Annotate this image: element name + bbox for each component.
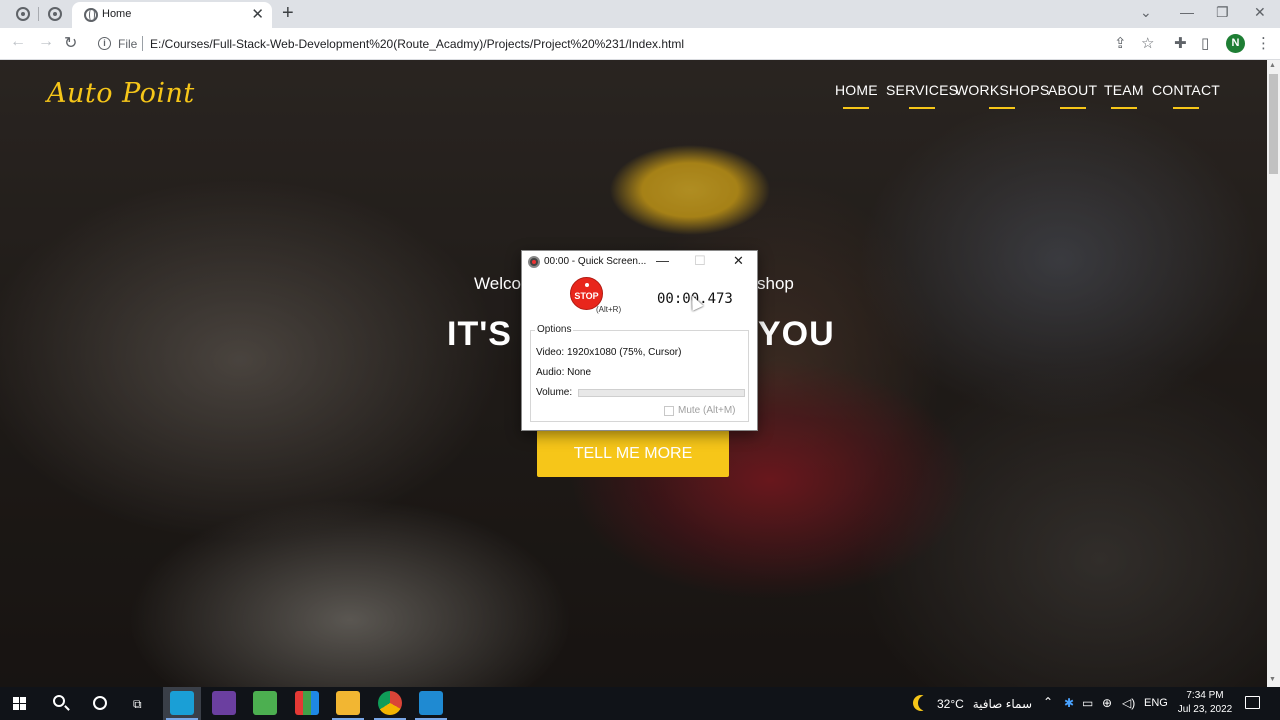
browser-toolbar: ← → ↻ i File E:/Courses/Full-Stack-Web-D… [0,28,1280,60]
nav-workshops[interactable]: WORKSHOPS [955,82,1049,98]
vscode-taskbar-icon[interactable] [419,691,443,715]
visual-studio-taskbar-icon[interactable] [212,691,236,715]
hero-subtitle: Welco [474,274,521,293]
chrome-taskbar-icon[interactable] [378,691,402,715]
background-tab-icon[interactable] [16,7,30,21]
volume-label: Volume: [536,387,573,398]
windows-taskbar: ⧉ 32°C سماء صافية ⌃ ✱ ▭ ⊕ ◁) ENG 7:34 PM… [0,687,1280,720]
recorder-minimize-icon[interactable]: — [656,253,669,268]
background-tab-icon[interactable] [48,7,62,21]
file-explorer-taskbar-icon[interactable] [336,691,360,715]
close-tab-icon[interactable]: ✕ [251,5,264,23]
globe-icon [84,8,98,22]
weather-description[interactable]: سماء صافية [972,697,1032,711]
nav-about[interactable]: ABOUT [1048,82,1097,98]
bookmark-star-icon[interactable]: ☆ [1141,34,1154,52]
battery-icon[interactable]: ▭ [1082,696,1093,710]
recorder-titlebar[interactable]: 00:00 - Quick Screen... — ☐ ✕ [522,251,757,273]
profile-avatar[interactable]: N [1226,34,1245,53]
nav-services[interactable]: SERVICES [886,82,958,98]
restore-icon[interactable]: ❐ [1216,4,1229,21]
windows-start-icon[interactable] [13,697,27,711]
bluetooth-icon[interactable]: ✱ [1064,696,1074,710]
video-setting[interactable]: Video: 1920x1080 (75%, Cursor) [536,347,681,358]
weather-moon-icon[interactable] [918,695,934,711]
brand-logo[interactable]: Auto Point [47,78,195,109]
address-bar[interactable]: E:/Courses/Full-Stack-Web-Development%20… [150,37,684,51]
tab-title: Home [102,8,132,20]
mute-label: Mute (Alt+M) [678,405,736,416]
cortana-icon[interactable] [93,696,107,710]
weather-temperature[interactable]: 32°C [937,697,964,711]
menu-kebab-icon[interactable]: ⋮ [1256,34,1271,52]
recorder-maximize-icon: ☐ [694,253,706,268]
url-divider [142,36,143,51]
scroll-down-icon[interactable]: ▼ [1269,676,1276,683]
search-icon[interactable] [53,695,65,707]
site-info-icon[interactable]: i [98,37,111,50]
scrollbar-thumb[interactable] [1269,74,1278,174]
tell-me-more-button[interactable]: TELL ME MORE [537,430,729,477]
nav-contact[interactable]: CONTACT [1152,82,1220,98]
back-icon[interactable]: ← [10,33,26,51]
extensions-icon[interactable]: ✚ [1174,34,1187,52]
tray-overflow-icon[interactable]: ⌃ [1043,695,1053,709]
scroll-up-icon[interactable]: ▲ [1269,62,1276,69]
recorder-title: 00:00 - Quick Screen... [544,256,647,267]
share-icon[interactable]: ⇪ [1114,34,1127,52]
tab-home[interactable]: Home ✕ [72,2,272,30]
language-indicator[interactable]: ENG [1144,697,1168,709]
minimize-icon[interactable]: — [1180,4,1194,20]
record-icon [528,256,540,268]
system-clock[interactable]: 7:34 PM Jul 23, 2022 [1175,689,1235,717]
tab-separator [38,7,39,21]
volume-meter [578,389,745,397]
stop-shortcut-hint: (Alt+R) [596,305,622,314]
clock-time: 7:34 PM [1186,690,1224,701]
url-scheme: File [118,37,138,51]
multicolor-app-taskbar-icon[interactable] [295,691,319,715]
browser-tab-strip: Home ✕ + ⌄ — ❐ ✕ [0,0,1280,30]
task-view-icon[interactable]: ⧉ [133,697,142,712]
side-panel-icon[interactable]: ▯ [1201,34,1209,52]
tab-search-icon[interactable]: ⌄ [1140,4,1152,21]
hero-title: IT'S [447,315,512,353]
audio-setting[interactable]: Audio: None [536,367,591,378]
new-tab-button[interactable]: + [282,2,294,25]
forward-icon[interactable]: → [38,33,54,51]
mute-checkbox [664,406,674,416]
network-icon[interactable]: ⊕ [1102,696,1112,710]
volume-icon[interactable]: ◁) [1122,696,1135,710]
nav-home[interactable]: HOME [835,82,878,98]
clock-date: Jul 23, 2022 [1177,704,1233,715]
hero-title-end: YOU [758,315,835,353]
screen-recorder-window: 00:00 - Quick Screen... — ☐ ✕ STOP (Alt+… [521,250,758,431]
options-label: Options [535,324,574,335]
nav-team[interactable]: TEAM [1104,82,1144,98]
screen-recorder-taskbar-icon[interactable] [170,691,194,715]
green-app-taskbar-icon[interactable] [253,691,277,715]
reload-icon[interactable]: ↻ [64,33,77,53]
recorder-close-icon[interactable]: ✕ [733,253,744,269]
close-window-icon[interactable]: ✕ [1254,4,1266,21]
hero-subtitle-end: shop [757,274,794,293]
notification-center-icon[interactable] [1245,696,1260,709]
